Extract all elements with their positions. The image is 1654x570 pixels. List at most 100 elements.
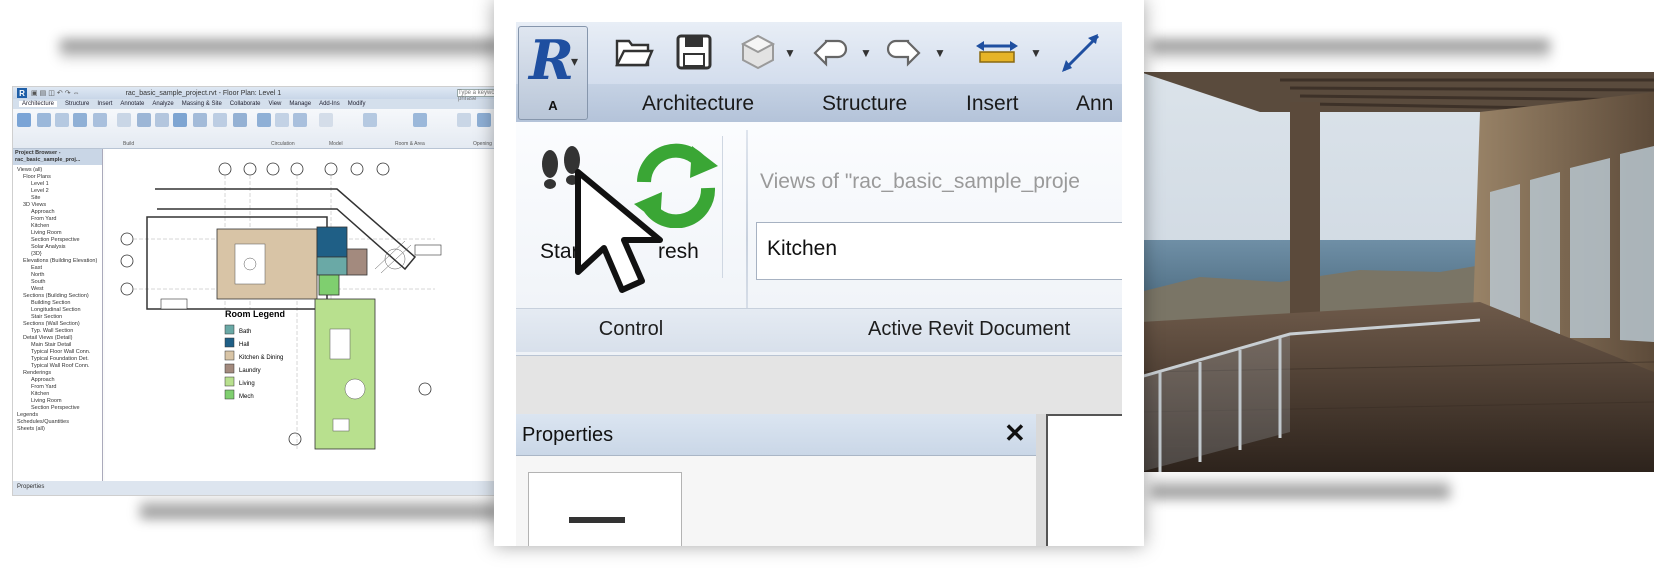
browser-item[interactable]: From Yard (15, 384, 100, 391)
mullion-icon[interactable] (233, 113, 247, 127)
lp-tab-8[interactable]: Manage (289, 101, 311, 107)
browser-item[interactable]: Kitchen (15, 391, 100, 398)
floor-tool-icon[interactable] (173, 113, 187, 127)
measure-icon[interactable] (972, 30, 1022, 74)
curtain-system-icon[interactable] (193, 113, 207, 127)
browser-item[interactable]: Longitudinal Section (15, 307, 100, 314)
browser-item[interactable]: Elevations (Building Elevation) (15, 258, 100, 265)
sync-dropdown-icon[interactable]: ▼ (784, 46, 796, 60)
browser-item[interactable]: Schedules/Quantities (15, 419, 100, 426)
palette-splitter[interactable] (1036, 414, 1046, 546)
properties-body (516, 456, 1036, 546)
browser-item[interactable]: Sheets (all) (15, 426, 100, 433)
application-menu-button[interactable]: R ▾ A (518, 26, 588, 120)
browser-item[interactable]: Sections (Wall Section) (15, 321, 100, 328)
tab-insert[interactable]: Insert (966, 92, 1019, 116)
browser-item[interactable]: Site (15, 195, 100, 202)
browser-item[interactable]: Level 2 (15, 188, 100, 195)
lp-tab-2[interactable]: Insert (97, 101, 112, 107)
browser-item[interactable]: Renderings (15, 370, 100, 377)
component-tool-icon[interactable] (93, 113, 107, 127)
area-icon[interactable] (413, 113, 427, 127)
wall-tool-icon[interactable] (37, 113, 51, 127)
open-icon[interactable] (612, 30, 656, 74)
active-document-dropdown[interactable]: Kitchen (756, 222, 1122, 280)
app-button-letter: A (548, 98, 558, 113)
lp-tab-5[interactable]: Massing & Site (182, 101, 222, 107)
browser-item[interactable]: Legends (15, 412, 100, 419)
undo-icon[interactable] (808, 30, 852, 74)
lp-group-build: Build (123, 141, 135, 147)
sync-icon[interactable] (738, 30, 778, 74)
measure-dropdown-icon[interactable]: ▼ (1030, 46, 1042, 60)
stair-icon[interactable] (293, 113, 307, 127)
start-button[interactable]: Start (528, 138, 618, 288)
column-tool-icon[interactable] (117, 113, 131, 127)
roof-tool-icon[interactable] (137, 113, 151, 127)
browser-item[interactable]: North (15, 272, 100, 279)
browser-item[interactable]: Stair Section (15, 314, 100, 321)
revit-logo-icon: R (17, 88, 27, 98)
shaft-icon[interactable] (477, 113, 491, 127)
browser-item[interactable]: Typical Foundation Det. (15, 356, 100, 363)
lp-tab-3[interactable]: Annotate (120, 101, 144, 107)
room-icon[interactable] (363, 113, 377, 127)
browser-item[interactable]: Views (all) (15, 167, 100, 174)
save-icon[interactable] (672, 30, 716, 74)
model-text-icon[interactable] (319, 113, 333, 127)
browser-item[interactable]: From Yard (15, 216, 100, 223)
refresh-button[interactable]: resh (624, 138, 724, 288)
lp-tab-0[interactable]: Architecture (19, 101, 58, 107)
browser-item[interactable]: Floor Plans (15, 174, 100, 181)
browser-item[interactable]: {3D} (15, 251, 100, 258)
lp-tab-10[interactable]: Modify (348, 101, 366, 107)
tab-annotate[interactable]: Ann (1076, 92, 1113, 116)
ceiling-tool-icon[interactable] (155, 113, 169, 127)
browser-item[interactable]: Approach (15, 209, 100, 216)
browser-item[interactable]: Kitchen (15, 223, 100, 230)
browser-item[interactable]: Detail Views (Detail) (15, 335, 100, 342)
ramp-icon[interactable] (275, 113, 289, 127)
dimension-icon[interactable] (1056, 30, 1106, 74)
browser-item[interactable]: Living Room (15, 398, 100, 405)
redo-dropdown-icon[interactable]: ▼ (934, 46, 946, 60)
door-tool-icon[interactable] (55, 113, 69, 127)
lp-ribbon-tabs: Architecture Structure Insert Annotate Analy… (13, 99, 531, 109)
floor-plan-drawing[interactable]: Room Legend Bath Hall Kitchen & Dining Laund… (105, 149, 501, 481)
window-tool-icon[interactable] (73, 113, 87, 127)
type-preview-thumbnail[interactable] (528, 472, 682, 546)
browser-item[interactable]: Building Section (15, 300, 100, 307)
floor-plan-svg: Room Legend Bath Hall Kitchen & Dining Laund… (120, 162, 442, 450)
close-icon[interactable]: ✕ (1004, 418, 1026, 449)
browser-item[interactable]: Sections (Building Section) (15, 293, 100, 300)
lp-tab-4[interactable]: Analyze (152, 101, 173, 107)
browser-item[interactable]: 3D Views (15, 202, 100, 209)
browser-item[interactable]: Main Stair Detail (15, 342, 100, 349)
lp-tab-9[interactable]: Add-Ins (319, 101, 340, 107)
drawing-canvas[interactable] (1046, 414, 1122, 546)
browser-item[interactable]: Typ. Wall Section (15, 328, 100, 335)
browser-item[interactable]: Section Perspective (15, 237, 100, 244)
modify-tool-icon[interactable] (17, 113, 31, 127)
browser-item[interactable]: Typical Wall Roof Conn. (15, 363, 100, 370)
browser-item[interactable]: Approach (15, 377, 100, 384)
tab-architecture[interactable]: Architecture (642, 92, 754, 116)
lp-tab-6[interactable]: Collaborate (230, 101, 261, 107)
browser-item[interactable]: Level 1 (15, 181, 100, 188)
browser-item[interactable]: Living Room (15, 230, 100, 237)
by-face-icon[interactable] (457, 113, 471, 127)
browser-item[interactable]: South (15, 279, 100, 286)
lp-tab-7[interactable]: View (268, 101, 281, 107)
browser-item[interactable]: Typical Floor Wall Conn. (15, 349, 100, 356)
undo-dropdown-icon[interactable]: ▼ (860, 46, 872, 60)
railing-icon[interactable] (257, 113, 271, 127)
curtain-grid-icon[interactable] (213, 113, 227, 127)
browser-item[interactable]: East (15, 265, 100, 272)
lp-tab-1[interactable]: Structure (65, 101, 89, 107)
legend-label: Mech (239, 394, 254, 400)
tab-structure[interactable]: Structure (822, 92, 907, 116)
browser-item[interactable]: Section Perspective (15, 405, 100, 412)
redo-icon[interactable] (882, 30, 926, 74)
browser-item[interactable]: West (15, 286, 100, 293)
browser-item[interactable]: Solar Analysis (15, 244, 100, 251)
